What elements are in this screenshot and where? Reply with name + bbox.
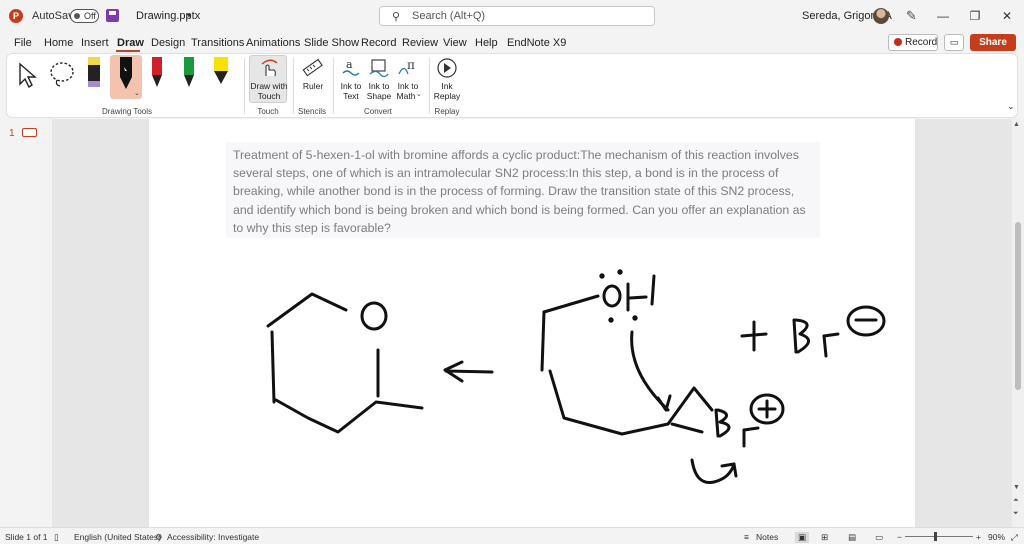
scroll-up-icon[interactable]: ▲ [1013,121,1020,128]
zoom-slider-handle[interactable] [934,532,937,541]
zoom-out-button[interactable]: − [897,532,902,542]
notes-icon[interactable]: ≡ [744,532,749,542]
scroll-down-icon[interactable]: ▼ [1013,484,1020,491]
previous-slide-icon[interactable]: ⏶ [1013,497,1019,505]
normal-view-icon[interactable]: ▣ [795,532,810,543]
slide-sorter-icon[interactable]: ⊞ [821,532,828,543]
zoom-in-button[interactable]: + [976,532,981,542]
cyclic-product-drawing [266,292,424,434]
bromonium-drawing [714,393,785,448]
scroll-thumb[interactable] [1015,222,1021,390]
ink-drawing[interactable] [0,0,1024,544]
zoom-slider[interactable] [905,536,973,537]
accessibility-status[interactable]: Accessibility: Investigate [167,532,259,542]
slide-info: Slide 1 of 1 [5,532,48,542]
fit-to-window-icon[interactable]: ⤢ [1011,532,1018,543]
reaction-arrow [443,360,494,383]
bromide-ion-drawing [740,305,886,358]
language[interactable]: English (United States) [74,532,161,542]
accessibility-icon[interactable]: ⚙ [155,532,163,543]
open-chain-intermediate-drawing [540,294,738,485]
zoom-level[interactable]: 90% [988,532,1005,542]
reading-view-icon[interactable]: ▤ [848,532,856,543]
next-slide-icon[interactable]: ⏷ [1013,510,1019,518]
spelling-icon[interactable]: ▯ [54,532,59,543]
slide-show-icon[interactable]: ▭ [875,532,883,543]
oh-group-drawing [599,269,656,323]
notes-button[interactable]: Notes [756,532,778,542]
